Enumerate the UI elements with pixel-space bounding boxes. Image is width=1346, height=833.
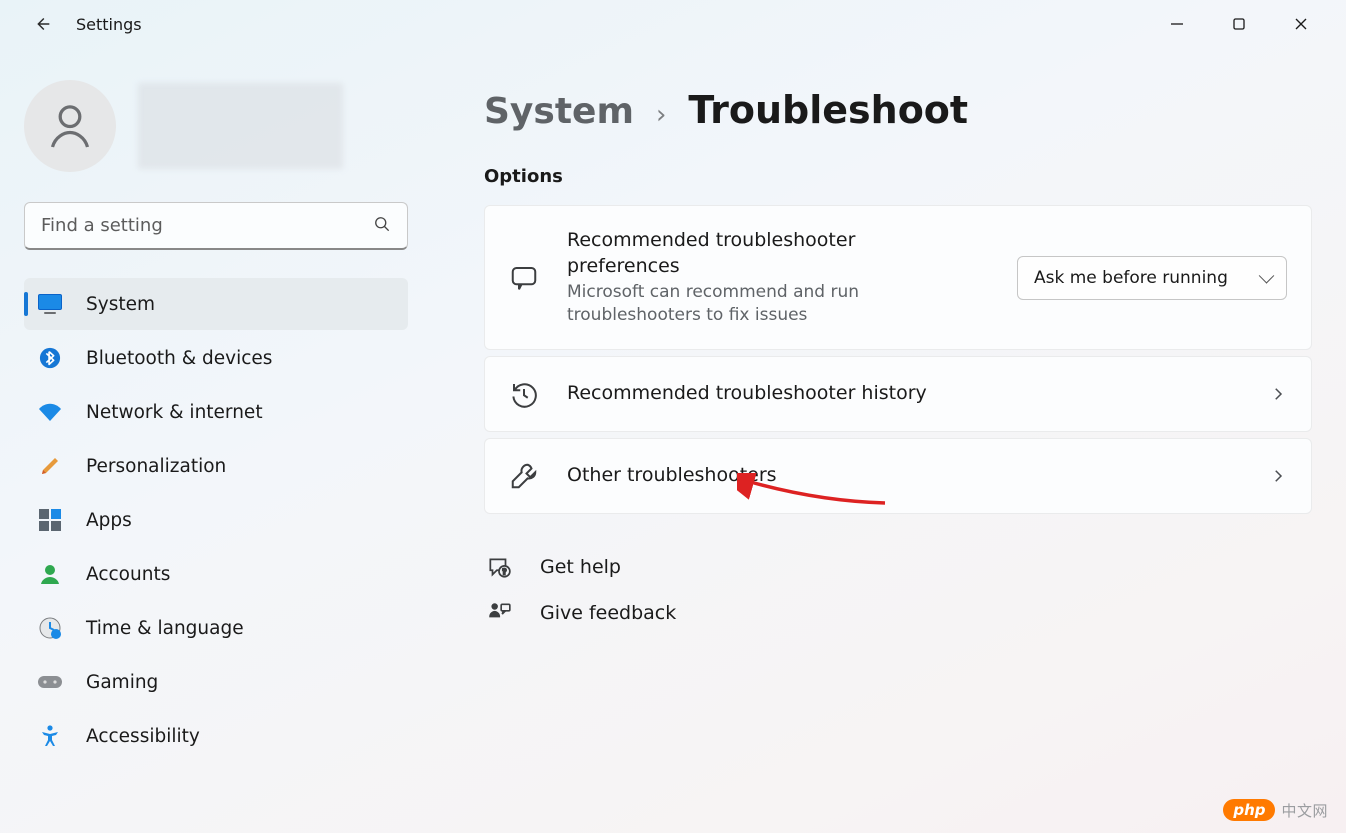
sidebar-item-accounts[interactable]: Accounts (24, 548, 408, 600)
wifi-icon (36, 398, 64, 426)
sidebar-item-label: Accessibility (86, 726, 200, 747)
get-help-link[interactable]: ? Get help (484, 554, 621, 580)
primary-nav: System Bluetooth & devices Network & int… (24, 278, 408, 762)
card-other-troubleshooters[interactable]: Other troubleshooters (484, 438, 1312, 514)
feedback-icon (484, 600, 514, 626)
section-label-options: Options (484, 166, 1312, 187)
accounts-icon (36, 560, 64, 588)
history-icon (509, 379, 539, 409)
paintbrush-icon (36, 452, 64, 480)
sidebar: System Bluetooth & devices Network & int… (0, 48, 432, 833)
dropdown-value: Ask me before running (1034, 268, 1228, 288)
avatar (24, 80, 116, 172)
minimize-button[interactable] (1146, 4, 1208, 44)
card-title: Recommended troubleshooter preferences (567, 228, 867, 279)
watermark-badge: php (1223, 799, 1275, 821)
link-label: Give feedback (540, 602, 676, 624)
sidebar-item-label: Network & internet (86, 402, 263, 423)
sidebar-item-system[interactable]: System (24, 278, 408, 330)
sidebar-item-label: System (86, 294, 155, 315)
sidebar-item-label: Bluetooth & devices (86, 348, 272, 369)
card-title: Other troubleshooters (567, 463, 1241, 489)
app-title: Settings (76, 15, 142, 34)
help-icon: ? (484, 554, 514, 580)
close-icon (1294, 17, 1308, 31)
sidebar-item-label: Personalization (86, 456, 226, 477)
chevron-right-icon: › (656, 100, 666, 130)
clock-globe-icon (36, 614, 64, 642)
search-input[interactable] (24, 202, 408, 250)
link-label: Get help (540, 556, 621, 578)
sidebar-item-label: Time & language (86, 618, 244, 639)
sidebar-item-accessibility[interactable]: Accessibility (24, 710, 408, 762)
sidebar-item-label: Apps (86, 510, 132, 531)
title-bar: Settings (0, 0, 1346, 48)
content-area: System › Troubleshoot Options Recommende… (432, 48, 1346, 833)
card-title: Recommended troubleshooter history (567, 381, 1241, 407)
card-recommended-history[interactable]: Recommended troubleshooter history (484, 356, 1312, 432)
recommended-prefs-dropdown[interactable]: Ask me before running (1017, 256, 1287, 300)
chevron-right-icon (1269, 385, 1287, 403)
gamepad-icon (36, 668, 64, 696)
breadcrumb-root[interactable]: System (484, 91, 634, 132)
window-controls (1146, 4, 1332, 44)
watermark: php 中文网 (1223, 799, 1328, 821)
bluetooth-icon (36, 344, 64, 372)
help-links: ? Get help Give feedback (484, 554, 1312, 626)
maximize-icon (1232, 17, 1246, 31)
minimize-icon (1170, 17, 1184, 31)
search-field[interactable] (24, 202, 408, 250)
svg-text:?: ? (502, 568, 506, 577)
page-title: Troubleshoot (688, 88, 968, 132)
close-button[interactable] (1270, 4, 1332, 44)
card-subtitle: Microsoft can recommend and run troubles… (567, 281, 867, 327)
arrow-left-icon (31, 13, 53, 35)
wrench-icon (509, 461, 539, 491)
sidebar-item-label: Accounts (86, 564, 170, 585)
account-block[interactable] (24, 80, 408, 172)
sidebar-item-label: Gaming (86, 672, 158, 693)
sidebar-item-time-language[interactable]: Time & language (24, 602, 408, 654)
breadcrumb: System › Troubleshoot (484, 88, 1312, 132)
apps-icon (36, 506, 64, 534)
person-icon (42, 98, 98, 154)
watermark-text: 中文网 (1281, 800, 1328, 821)
sidebar-item-bluetooth[interactable]: Bluetooth & devices (24, 332, 408, 384)
maximize-button[interactable] (1208, 4, 1270, 44)
chat-icon (509, 263, 539, 293)
sidebar-item-apps[interactable]: Apps (24, 494, 408, 546)
sidebar-item-gaming[interactable]: Gaming (24, 656, 408, 708)
system-icon (36, 290, 64, 318)
accessibility-icon (36, 722, 64, 750)
account-info-redacted (138, 83, 343, 169)
chevron-right-icon (1269, 467, 1287, 485)
back-button[interactable] (22, 4, 62, 44)
give-feedback-link[interactable]: Give feedback (484, 600, 676, 626)
sidebar-item-network[interactable]: Network & internet (24, 386, 408, 438)
card-recommended-preferences: Recommended troubleshooter preferences M… (484, 205, 1312, 350)
annotation-arrow (737, 473, 887, 513)
sidebar-item-personalization[interactable]: Personalization (24, 440, 408, 492)
